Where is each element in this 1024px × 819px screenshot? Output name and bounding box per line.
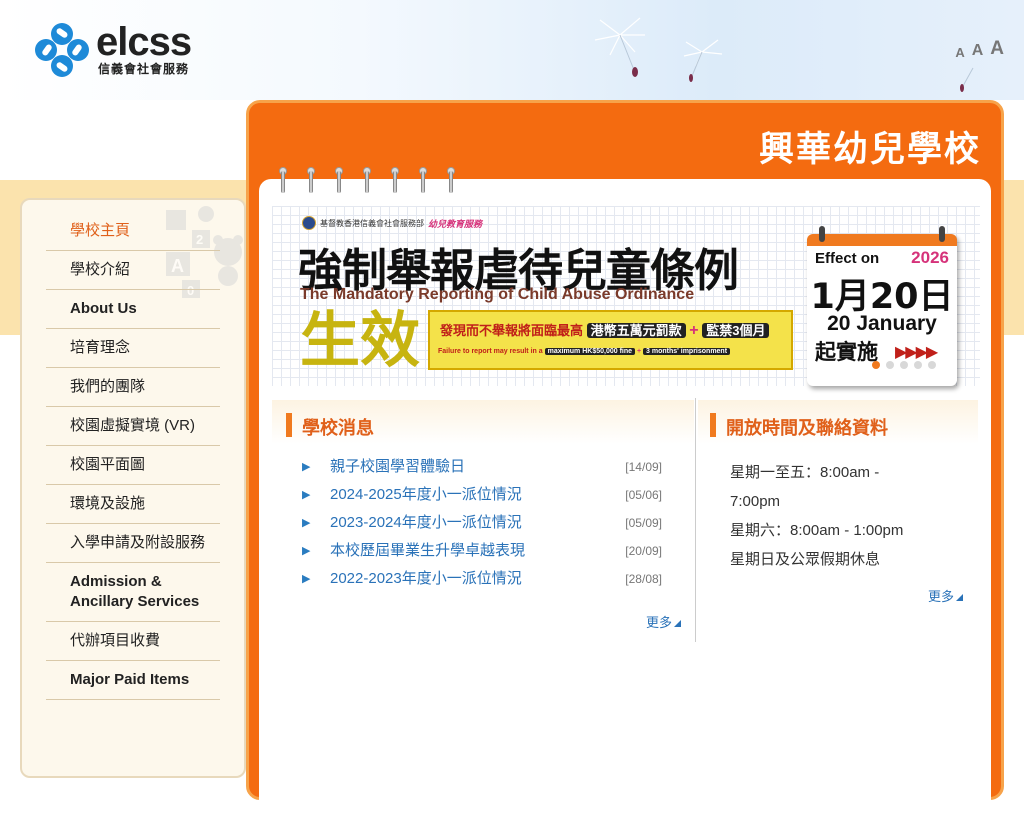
news-header-bar: [286, 413, 292, 437]
calendar-year: 2026: [911, 248, 949, 267]
sidebar-item-vr[interactable]: 校園虛擬實境 (VR): [46, 407, 220, 446]
banner-service: 幼兒教育服務: [428, 218, 483, 229]
hours-line: 星期日及公眾假期休息: [730, 551, 881, 568]
sidebar-item-intro[interactable]: 學校介紹: [46, 251, 220, 290]
news-date: [05/06]: [625, 488, 662, 502]
calendar-effect-on: Effect on: [815, 250, 880, 267]
section-divider: [695, 398, 696, 642]
banner-effective: 生效: [300, 306, 420, 376]
ring-icon: [279, 167, 287, 193]
seed-icon: [960, 67, 974, 92]
news-item: ▶ 親子校園學習體驗日 [14/09]: [302, 456, 662, 484]
sidebar-item-home[interactable]: 學校主頁: [46, 212, 220, 251]
logo-subtitle: 信義會社會服務: [98, 62, 190, 76]
elcss-logo[interactable]: elcss 信義會社會服務: [34, 20, 204, 80]
penalty-en: Failure to report may result in a maximu…: [438, 348, 731, 355]
ring-icon: [447, 167, 455, 193]
news-link[interactable]: 本校歷屆畢業生升學卓越表現: [330, 540, 525, 562]
news-item: ▶ 2022-2023年度小一派位情況 [28/08]: [302, 568, 662, 596]
calendar-pin-icon: [819, 226, 825, 242]
font-small-button[interactable]: A: [955, 45, 964, 60]
penalty-box: 發現而不舉報將面臨最高 港幣五萬元罰款 + 監禁3個月 Failure to r…: [428, 310, 793, 370]
bullet-triangle-icon: ▶: [302, 545, 311, 557]
slide-dot-1[interactable]: [872, 361, 880, 369]
sidebar-item-philosophy[interactable]: 培育理念: [46, 329, 220, 368]
hours-line: 星期六：8:00am - 1:00pm: [730, 522, 904, 539]
banner-org-name: 基督教香港信義會社會服務部: [320, 218, 424, 228]
news-date: [14/09]: [625, 460, 662, 474]
dandelion-icon: [683, 39, 723, 82]
font-medium-button[interactable]: A: [972, 42, 984, 60]
ring-icon: [391, 167, 399, 193]
calendar-date-en: 20 January: [827, 312, 937, 335]
banner-headline-en: The Mandatory Reporting of Child Abuse O…: [300, 286, 695, 303]
hours-section: 開放時間及聯絡資料 星期一至五：8:00am - 7:00pm 星期六：8:00…: [698, 400, 978, 640]
hours-more-link[interactable]: 更多: [928, 586, 963, 605]
ring-icon: [363, 167, 371, 193]
arrows-icon: ▶▶▶▶: [895, 344, 938, 361]
news-link[interactable]: 2022-2023年度小一派位情況: [330, 568, 522, 590]
news-item: ▶ 2024-2025年度小一派位情況 [05/06]: [302, 484, 662, 512]
news-link[interactable]: 2023-2024年度小一派位情況: [330, 512, 522, 534]
news-section: 學校消息 ▶ 親子校園學習體驗日 [14/09] ▶ 2024-2025年度小一派位情…: [272, 400, 694, 640]
penalty-en-text: Failure to report may result in a: [438, 348, 543, 355]
hours-body: 星期一至五：8:00am - 7:00pm 星期六：8:00am - 1:00p…: [730, 458, 930, 574]
hours-title: 開放時間及聯絡資料: [726, 418, 888, 438]
plus-icon: +: [636, 348, 642, 355]
bullet-triangle-icon: ▶: [302, 517, 311, 529]
hours-header-bar: [710, 413, 716, 437]
sidebar-item-admission-en[interactable]: Admission & Ancillary Services: [46, 563, 220, 622]
penalty-zh-text: 發現而不舉報將面臨最高: [440, 323, 584, 338]
sidebar-item-facilities[interactable]: 環境及設施: [46, 485, 220, 524]
bullet-triangle-icon: ▶: [302, 489, 311, 501]
sidebar-item-team[interactable]: 我們的團隊: [46, 368, 220, 407]
news-title: 學校消息: [302, 418, 374, 438]
penalty-en-jail: 3 months' imprisonment: [643, 348, 731, 355]
penalty-zh: 發現而不舉報將面臨最高 港幣五萬元罰款 + 監禁3個月: [440, 320, 770, 340]
dandelion-icon: [594, 17, 645, 77]
news-link[interactable]: 親子校園學習體驗日: [330, 456, 465, 478]
news-item: ▶ 本校歷屆畢業生升學卓越表現 [20/09]: [302, 540, 662, 568]
bullet-triangle-icon: ▶: [302, 573, 311, 585]
font-large-button[interactable]: A: [990, 38, 1004, 60]
slide-dot-5[interactable]: [928, 361, 936, 369]
slide-dot-4[interactable]: [914, 361, 922, 369]
calendar-start-zh: 起實施: [815, 340, 878, 364]
news-more-link[interactable]: 更多: [646, 612, 681, 631]
font-size-controls: A A A: [955, 38, 1004, 60]
sidebar-item-fees-en[interactable]: Major Paid Items: [46, 661, 220, 700]
sidebar-item-about-us[interactable]: About Us: [46, 290, 220, 329]
notebook-rings: [279, 167, 455, 193]
news-item: ▶ 2023-2024年度小一派位情況 [05/09]: [302, 512, 662, 540]
sidebar-menu: 學校主頁 學校介紹 About Us 培育理念 我們的團隊 校園虛擬實境 (VR…: [46, 212, 220, 700]
plus-icon: +: [689, 322, 699, 339]
penalty-zh-fine: 港幣五萬元罰款: [586, 323, 686, 338]
news-date: [28/08]: [625, 572, 662, 586]
ring-icon: [335, 167, 343, 193]
ring-icon: [419, 167, 427, 193]
sidebar-item-fees-zh[interactable]: 代辦項目收費: [46, 622, 220, 661]
hours-line: 星期一至五：8:00am - 7:00pm: [730, 464, 880, 510]
news-list: ▶ 親子校園學習體驗日 [14/09] ▶ 2024-2025年度小一派位情況 [05/…: [302, 456, 662, 596]
emblem-icon: [302, 216, 316, 230]
news-date: [20/09]: [625, 544, 662, 558]
penalty-en-fine: maximum HK$50,000 fine: [544, 348, 636, 355]
bullet-triangle-icon: ▶: [302, 461, 311, 473]
sidebar-item-floor-plan[interactable]: 校園平面圖: [46, 446, 220, 485]
banner-org: 基督教香港信義會社會服務部 幼兒教育服務: [302, 216, 482, 230]
penalty-zh-jail: 監禁3個月: [702, 323, 770, 338]
sidebar-nav: A2 0 學校主頁 學校介紹 About Us 培育理念 我們的團隊 校園虛擬實…: [20, 198, 246, 778]
news-link[interactable]: 2024-2025年度小一派位情況: [330, 484, 522, 506]
calendar-pin-icon: [939, 226, 945, 242]
elcss-flower-icon: [35, 23, 89, 77]
slide-dot-3[interactable]: [900, 361, 908, 369]
news-date: [05/09]: [625, 516, 662, 530]
sidebar-item-admission-zh[interactable]: 入學申請及附設服務: [46, 524, 220, 563]
slide-dot-2[interactable]: [886, 361, 894, 369]
logo-brand: elcss: [96, 20, 192, 64]
slide-indicators: [872, 361, 936, 369]
banner-slideshow[interactable]: 基督教香港信義會社會服務部 幼兒教育服務 強制舉報虐待兒童條例 The Mand…: [272, 206, 980, 386]
ring-icon: [307, 167, 315, 193]
school-title: 興華幼兒學校: [758, 130, 981, 169]
